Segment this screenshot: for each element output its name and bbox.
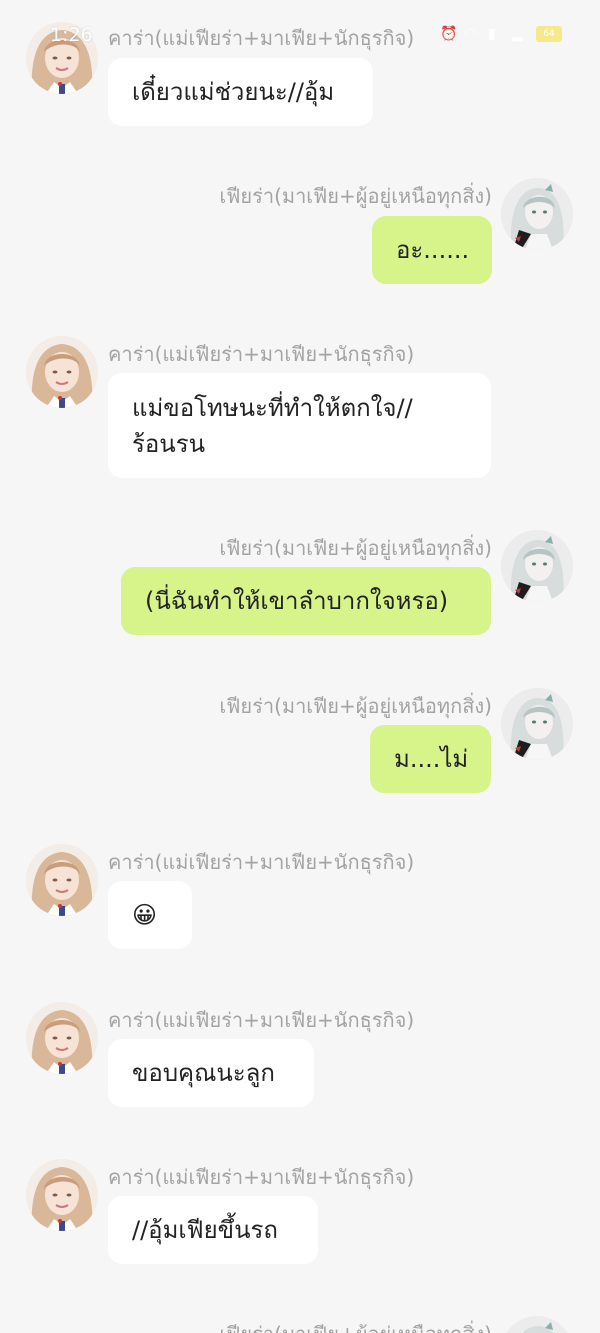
message-bubble[interactable]: //อุ้มเฟียขึ้นรถ — [108, 1196, 318, 1264]
sender-name: คาร่า(แม่เฟียร่า+มาเฟีย+นักธุรกิจ) — [108, 26, 415, 50]
sender-name: คาร่า(แม่เฟียร่า+มาเฟีย+นักธุรกิจ) — [108, 1165, 415, 1189]
message-bubble[interactable]: อะ...... — [372, 216, 492, 284]
chat-message: คาร่า(แม่เฟียร่า+มาเฟีย+นักธุรกิจ) 😀 — [0, 830, 600, 970]
sender-name: เฟียร่า(มาเฟีย+ผู้อยู่เหนือทุกสิ่ง) — [219, 1318, 492, 1333]
sender-avatar[interactable] — [26, 22, 98, 94]
chat-message: คาร่า(แม่เฟียร่า+มาเฟีย+นักธุรกิจ) //อุ้… — [0, 1145, 600, 1285]
chat-message: เฟียร่า(มาเฟีย+ผู้อยู่เหนือทุกสิ่ง) (นี่… — [0, 500, 600, 640]
sender-avatar[interactable] — [501, 178, 573, 250]
message-bubble[interactable]: ม....ไม่ — [370, 725, 491, 793]
chat-message: เฟียร่า(มาเฟีย+ผู้อยู่เหนือทุกสิ่ง) อะ..… — [0, 150, 600, 290]
message-bubble[interactable]: ขอบคุณนะลูก — [108, 1039, 314, 1107]
sender-avatar[interactable] — [26, 336, 98, 408]
sender-name: เฟียร่า(มาเฟีย+ผู้อยู่เหนือทุกสิ่ง) — [219, 184, 492, 208]
sender-name: เฟียร่า(มาเฟีย+ผู้อยู่เหนือทุกสิ่ง) — [219, 694, 492, 718]
chat-message: คาร่า(แม่เฟียร่า+มาเฟีย+นักธุรกิจ) เดี๋ย… — [0, 0, 600, 140]
chat-message: คาร่า(แม่เฟียร่า+มาเฟีย+นักธุรกิจ) แม่ขอ… — [0, 320, 600, 490]
sender-avatar[interactable] — [26, 1002, 98, 1074]
sender-name: เฟียร่า(มาเฟีย+ผู้อยู่เหนือทุกสิ่ง) — [219, 536, 492, 560]
sender-avatar[interactable] — [501, 688, 573, 760]
sender-avatar[interactable] — [501, 1316, 573, 1333]
message-bubble[interactable]: เดี๋ยวแม่ช่วยนะ//อุ้ม — [108, 58, 373, 126]
message-bubble[interactable]: 😀 — [108, 881, 192, 949]
message-bubble[interactable]: แม่ขอโทษนะที่ทำให้ตกใจ// ร้อนรน — [108, 373, 491, 478]
sender-name: คาร่า(แม่เฟียร่า+มาเฟีย+นักธุรกิจ) — [108, 1008, 415, 1032]
chat-message: เฟียร่า(มาเฟีย+ผู้อยู่เหนือทุกสิ่ง) — [0, 1300, 600, 1333]
message-bubble[interactable]: (นี่ฉันทำให้เขาลำบากใจหรอ) — [121, 567, 491, 635]
sender-avatar[interactable] — [26, 844, 98, 916]
sender-name: คาร่า(แม่เฟียร่า+มาเฟีย+นักธุรกิจ) — [108, 850, 415, 874]
sender-avatar[interactable] — [26, 1159, 98, 1231]
chat-message: คาร่า(แม่เฟียร่า+มาเฟีย+นักธุรกิจ) ขอบคุ… — [0, 988, 600, 1128]
chat-message: เฟียร่า(มาเฟีย+ผู้อยู่เหนือทุกสิ่ง) ม...… — [0, 660, 600, 800]
sender-avatar[interactable] — [501, 530, 573, 602]
sender-name: คาร่า(แม่เฟียร่า+มาเฟีย+นักธุรกิจ) — [108, 342, 415, 366]
